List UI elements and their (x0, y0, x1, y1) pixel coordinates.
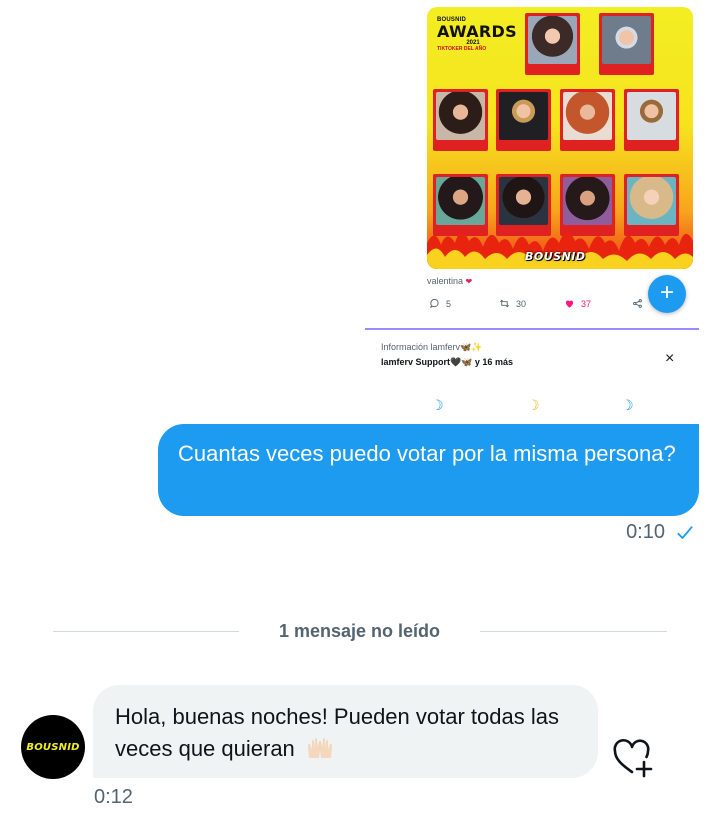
nominee-photo (602, 16, 651, 64)
sent-message-bubble[interactable]: Cuantas veces puedo votar por la misma p… (158, 424, 699, 516)
nominee-photo (499, 92, 548, 140)
like-count: 37 (581, 298, 592, 309)
divider-line-left (53, 631, 239, 632)
nominee-name (499, 141, 548, 149)
nominee-photo (436, 92, 485, 140)
moon-icon: ☽ (527, 397, 540, 413)
nominee-name (627, 141, 676, 149)
like-action: 37 (564, 298, 591, 309)
nominee-photo (627, 92, 676, 140)
nominee-tile (496, 89, 551, 151)
group-info-members: lamferv Support🖤🦋 y 16 más (381, 357, 513, 367)
nominee-photo (499, 177, 548, 225)
nominee-tile (599, 13, 654, 75)
nominee-name (602, 65, 651, 73)
share-action (632, 298, 643, 309)
nominee-name (528, 65, 577, 73)
raising-hands-emoji-icon (307, 738, 332, 758)
tweet-author: valentina (427, 276, 464, 286)
tweet-author-line: valentina ❤ (427, 276, 472, 286)
nominee-name (563, 141, 612, 149)
nominee-photo (627, 177, 676, 225)
heart-icon (565, 300, 574, 308)
poster-category: TIKTOKER DEL AÑO (437, 46, 487, 52)
received-message-time: 0:12 (94, 786, 133, 808)
nominee-tile (433, 89, 488, 151)
share-icon (633, 299, 642, 308)
group-info: Información lamferv🦋✨ lamferv Support🖤🦋 … (381, 342, 701, 368)
heart-plus-icon[interactable] (612, 738, 656, 778)
retweet-icon (500, 299, 509, 308)
sender-avatar[interactable]: BOUSNID (21, 715, 85, 779)
poster-header: BOUSNID AWARDS 2021 TIKTOKER DEL AÑO (437, 17, 517, 52)
nominee-photo (563, 92, 612, 140)
reply-action: 5 (429, 298, 451, 309)
compose-fab-button: + (648, 275, 686, 313)
red-heart-icon: ❤ (465, 277, 473, 286)
retweet-action: 30 (499, 298, 526, 309)
received-message-bubble[interactable]: Hola, buenas noches! Pueden votar todas … (93, 685, 598, 778)
avatar-logo-text: BOUSNID (26, 741, 80, 753)
nominee-photo (436, 177, 485, 225)
unread-label: 1 mensaje no leído (278, 621, 441, 641)
moon-icon: ☽ (621, 397, 634, 413)
poster-title: AWARDS (437, 22, 517, 41)
check-icon (677, 525, 693, 539)
progress-divider (365, 328, 699, 330)
reply-count: 5 (446, 298, 452, 309)
divider-line-right (480, 631, 667, 632)
tweet-actions: 5 30 37 (427, 298, 667, 314)
received-message-text: Hola, buenas noches! Pueden votar todas … (115, 704, 559, 761)
sent-message-meta: 0:10 (626, 521, 695, 544)
group-info-title: Información lamferv🦋✨ (381, 342, 483, 352)
awards-poster: BOUSNID AWARDS 2021 TIKTOKER DEL AÑO BOU… (427, 7, 693, 269)
sent-message-text: Cuantas veces puedo votar por la misma p… (178, 441, 676, 466)
close-icon: × (665, 350, 675, 367)
moon-icon: ☽ (431, 397, 444, 413)
unread-divider: 1 mensaje no leído (53, 619, 667, 643)
retweet-count: 30 (516, 298, 527, 309)
nominee-tile (525, 13, 580, 75)
sent-message-time: 0:10 (626, 521, 665, 543)
nominee-photo (528, 16, 577, 64)
shared-tweet-image[interactable]: BOUSNID AWARDS 2021 TIKTOKER DEL AÑO BOU… (365, 0, 719, 425)
poster-brand: BOUSNID (525, 250, 586, 263)
nominee-tile (560, 89, 615, 151)
nominee-photo (563, 177, 612, 225)
reply-icon (430, 298, 439, 309)
nominee-name (436, 141, 485, 149)
nominee-tile (624, 89, 679, 151)
